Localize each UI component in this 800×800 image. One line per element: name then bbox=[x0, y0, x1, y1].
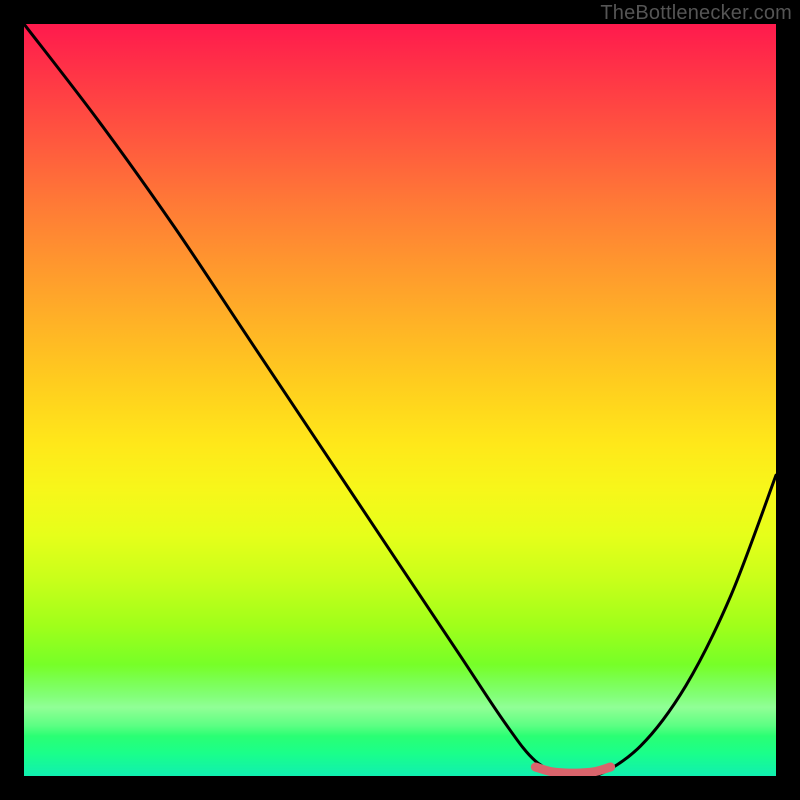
watermark-text: TheBottlenecker.com bbox=[600, 2, 792, 25]
chart-background-gradient bbox=[24, 24, 776, 776]
chart-frame bbox=[24, 24, 776, 776]
